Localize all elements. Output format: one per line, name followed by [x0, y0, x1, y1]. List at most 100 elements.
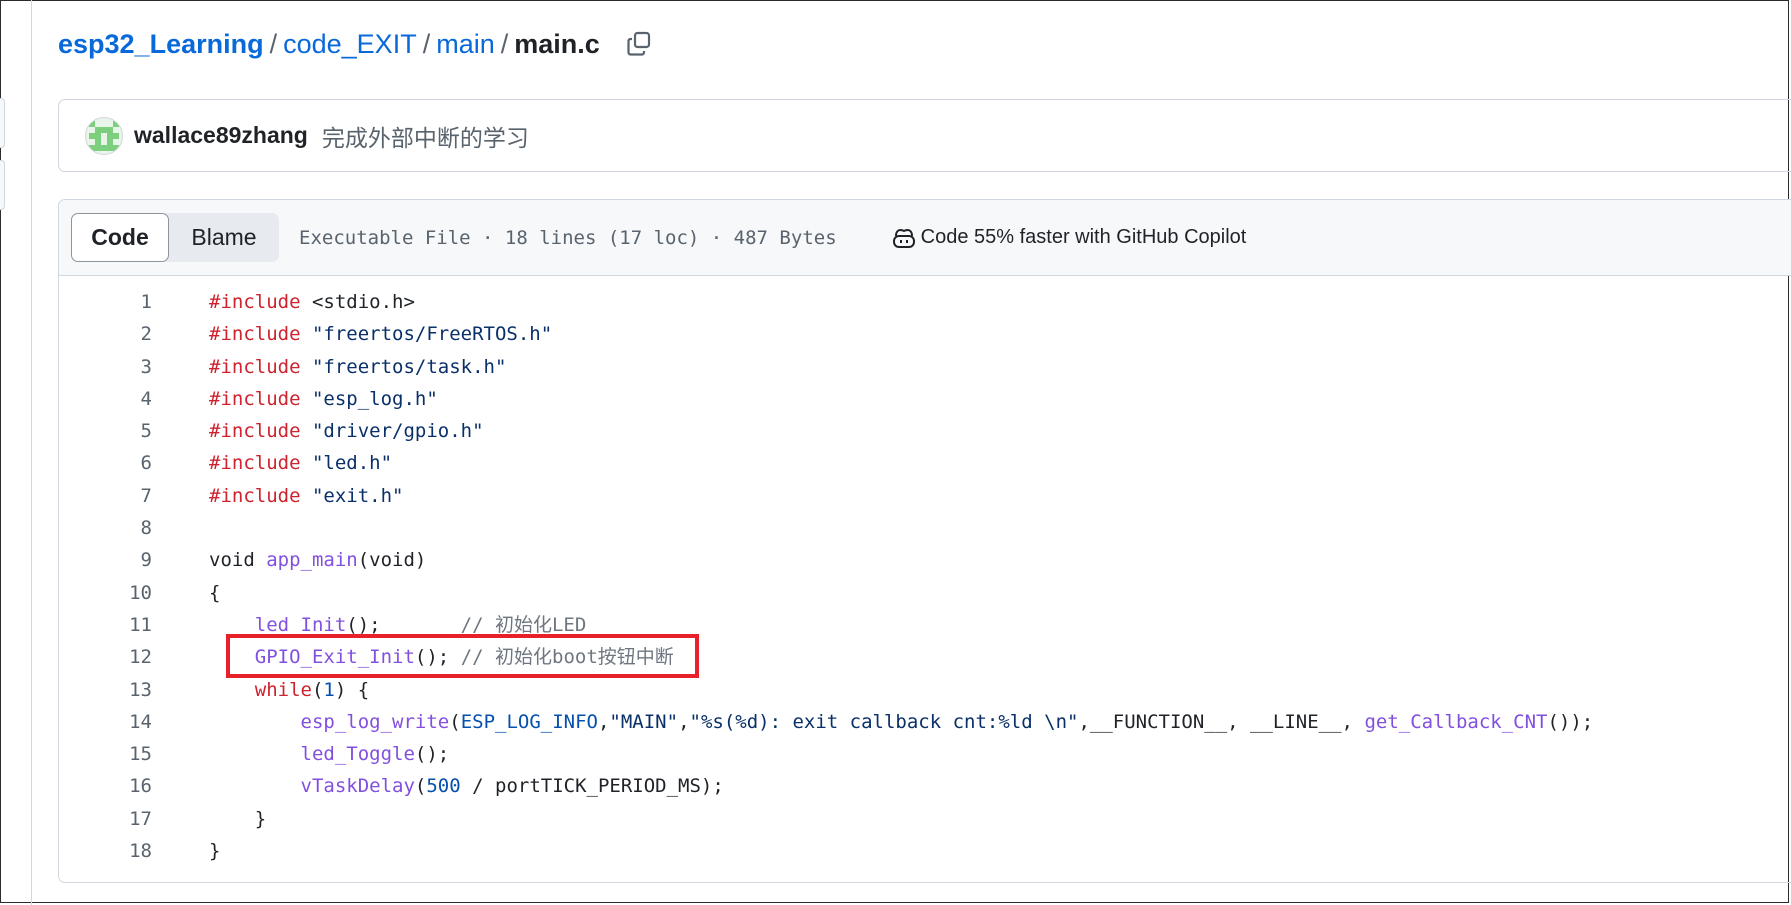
left-panel-divider: [31, 0, 32, 905]
breadcrumb-folder-link[interactable]: code_EXIT: [283, 29, 417, 60]
code-token: }: [209, 807, 267, 830]
code-line: 15 led_Toggle();: [59, 738, 1791, 770]
code-token: ) {: [334, 678, 370, 701]
line-number[interactable]: 14: [59, 706, 152, 738]
code-token: }: [209, 840, 221, 863]
breadcrumb-separator: /: [269, 28, 278, 59]
copilot-icon: [892, 228, 915, 248]
file-header: Code Blame Executable File · 18 lines (1…: [59, 200, 1791, 276]
code-token: #include: [209, 323, 301, 346]
code-token: void: [209, 549, 267, 572]
line-number[interactable]: 9: [59, 544, 152, 576]
line-number[interactable]: 16: [59, 770, 152, 802]
code-token: "freertos/task.h": [311, 355, 507, 378]
code-token: (: [449, 710, 461, 733]
code-token: 1: [323, 678, 335, 701]
line-number[interactable]: 18: [59, 835, 152, 867]
view-mode-toggle: Code Blame: [71, 213, 279, 262]
line-number[interactable]: 13: [59, 674, 152, 706]
code-line: 8: [59, 512, 1791, 544]
code-text: led_Toggle();: [209, 738, 450, 770]
code-token: ,: [597, 710, 610, 733]
code-line: 13 while(1) {: [59, 674, 1791, 706]
code-token: 500: [426, 775, 461, 798]
breadcrumb-folder-link[interactable]: main: [436, 29, 495, 60]
code-token: ,__FUNCTION__, __LINE__,: [1078, 710, 1365, 733]
code-token: vTaskDelay: [300, 775, 415, 798]
tab-code[interactable]: Code: [71, 213, 169, 262]
copilot-promo-link[interactable]: Code 55% faster with GitHub Copilot: [891, 225, 1246, 251]
code-token: "exit.h": [311, 484, 404, 507]
code-text: }: [209, 803, 266, 835]
code-token: "driver/gpio.h": [311, 420, 484, 443]
line-number[interactable]: 10: [59, 577, 152, 609]
code-token: ();: [414, 646, 461, 669]
commit-author-link[interactable]: wallace89zhang: [134, 122, 308, 149]
identicon-avatar[interactable]: [85, 116, 123, 155]
code-line: 7 #include "exit.h": [59, 480, 1791, 512]
code-text: #include "esp_log.h": [209, 383, 438, 415]
code-token: "freertos/FreeRTOS.h": [311, 323, 553, 346]
code-line: 1 #include <stdio.h>: [59, 286, 1791, 318]
code-text: {: [209, 577, 220, 609]
code-token: (void): [357, 549, 427, 572]
line-number[interactable]: 12: [59, 641, 152, 673]
copy-icon: [627, 31, 650, 56]
code-token: ();: [346, 613, 461, 636]
code-token: / portTICK_PERIOD_MS);: [460, 775, 724, 798]
line-number[interactable]: 1: [59, 286, 152, 318]
code-body: 1 #include <stdio.h> 2 #include "freertos/F…: [59, 276, 1791, 867]
breadcrumb: esp32_Learning / code_EXIT / main / main…: [58, 24, 654, 64]
file-info-text: Executable File · 18 lines (17 loc) · 48…: [299, 226, 837, 249]
code-token: app_main: [266, 549, 358, 572]
line-number[interactable]: 3: [59, 351, 152, 383]
line-number[interactable]: 6: [59, 447, 152, 479]
code-line: 10 {: [59, 577, 1791, 609]
code-token: "%s(%d): exit callback cnt:%ld \n": [689, 710, 1079, 733]
code-line: 17 }: [59, 803, 1791, 835]
code-token: // 初始化LED: [460, 613, 587, 636]
code-token: GPIO_Exit_Init: [254, 646, 415, 669]
line-number[interactable]: 17: [59, 803, 152, 835]
code-text: #include <stdio.h>: [209, 286, 415, 318]
code-token: (: [311, 678, 324, 701]
line-number[interactable]: 8: [59, 512, 152, 544]
commit-message-link[interactable]: 完成外部中断的学习: [322, 119, 529, 153]
left-panel-tab[interactable]: [0, 98, 5, 148]
code-token: #include: [209, 291, 301, 313]
code-text: esp_log_write(ESP_LOG_INFO,"MAIN","%s(%d…: [209, 706, 1594, 738]
breadcrumb-separator: /: [500, 28, 509, 59]
breadcrumb-repo-link[interactable]: esp32_Learning: [58, 29, 264, 60]
code-text: #include "exit.h": [209, 480, 403, 512]
code-token: #include: [209, 452, 301, 475]
code-text: led_Init(); // 初始化LED: [209, 609, 587, 641]
code-token: while: [254, 678, 312, 701]
code-token: ESP_LOG_INFO: [460, 710, 598, 733]
code-line: 12 GPIO_Exit_Init(); // 初始化boot按钮中断: [59, 641, 1791, 673]
line-number[interactable]: 4: [59, 383, 152, 415]
line-number[interactable]: 2: [59, 318, 152, 350]
code-token: "MAIN": [609, 710, 679, 733]
code-text: #include "freertos/FreeRTOS.h": [209, 318, 552, 350]
code-token: #include: [209, 420, 301, 443]
line-number[interactable]: 7: [59, 480, 152, 512]
code-text: vTaskDelay(500 / portTICK_PERIOD_MS);: [209, 770, 724, 802]
code-token: ,: [678, 710, 690, 733]
copy-path-button[interactable]: [624, 29, 654, 59]
code-text: }: [209, 835, 220, 867]
code-line: 4 #include "esp_log.h": [59, 383, 1791, 415]
line-number[interactable]: 5: [59, 415, 152, 447]
tab-blame[interactable]: Blame: [169, 213, 279, 262]
left-panel-tab[interactable]: [0, 160, 5, 210]
code-line: 18}: [59, 835, 1791, 867]
line-number[interactable]: 11: [59, 609, 152, 641]
line-number[interactable]: 15: [59, 738, 152, 770]
